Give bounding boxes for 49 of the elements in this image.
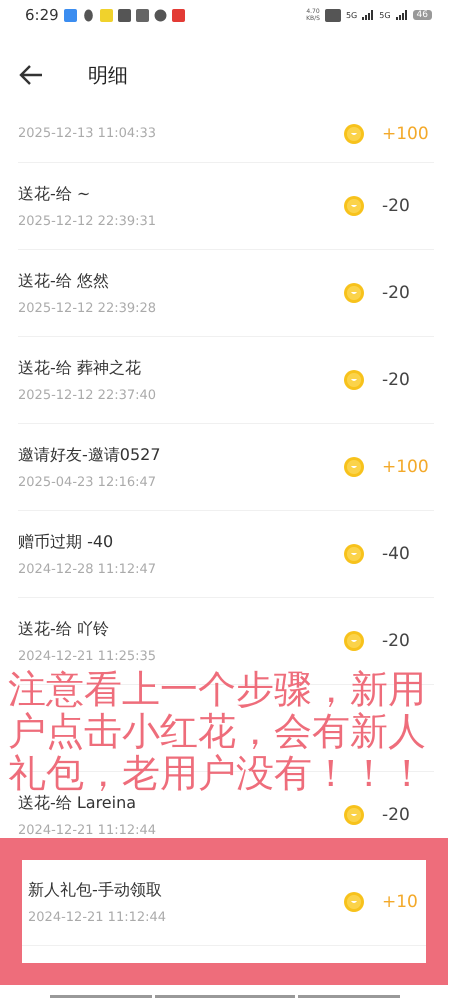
record-date: 2025-12-12 22:37:40 xyxy=(18,388,158,402)
app-icon xyxy=(172,8,185,22)
coin-amount: -20 xyxy=(382,283,411,303)
coin-icon xyxy=(344,124,364,144)
coin-amount: -40 xyxy=(382,544,411,564)
record-date: 2025-12-12 22:39:31 xyxy=(18,214,158,228)
record-title: 邀请好友-邀请0527 xyxy=(18,444,162,466)
hd-icon xyxy=(324,8,341,22)
record-date: 2024-12-21 11:12:44 xyxy=(18,822,158,838)
coin-icon xyxy=(344,805,364,825)
coin-icon xyxy=(344,370,364,390)
signal-icon xyxy=(362,10,374,20)
coin-amount: -20 xyxy=(382,196,411,216)
record-date: 2024-12-28 11:12:47 xyxy=(18,562,158,576)
record-title: 送花-给 悠然 xyxy=(18,270,110,292)
page-title: 明细 xyxy=(88,62,128,88)
coin-icon xyxy=(344,544,364,564)
app-icon xyxy=(100,8,113,22)
network-type: 5G xyxy=(379,10,391,20)
signal-icon xyxy=(396,10,408,20)
app-icon xyxy=(64,8,77,22)
record-date: 2025-12-12 22:39:28 xyxy=(18,300,158,316)
coin-amount: +100 xyxy=(382,124,430,144)
record-title: 新人礼包-手动领取 xyxy=(28,880,163,900)
record-title: 送花-给 ~ xyxy=(18,184,92,204)
chat-bubble-icon xyxy=(154,8,167,22)
record-date: 2024-12-21 11:25:35 xyxy=(18,648,158,664)
record-date: 2025-12-13 11:04:33 xyxy=(18,126,158,141)
clock: 6:29 xyxy=(25,6,59,24)
coin-amount: +10 xyxy=(382,892,419,912)
coin-icon xyxy=(344,457,364,477)
coin-amount: -20 xyxy=(382,370,411,390)
record-title: 送花-给 Lareina xyxy=(18,792,138,814)
record-date: 2025-04-23 12:16:47 xyxy=(18,474,158,490)
record-title: 送花-给 葬神之花 xyxy=(18,358,142,378)
app-icon xyxy=(118,8,131,22)
coin-amount: +100 xyxy=(382,457,430,477)
record-title: 赠币过期 -40 xyxy=(18,532,114,552)
coin-icon xyxy=(344,631,364,651)
record-date: 2024-12-21 11:12:44 xyxy=(28,910,168,924)
network-type: 5G xyxy=(346,10,358,20)
coin-amount: -20 xyxy=(382,805,411,825)
coin-icon xyxy=(344,283,364,303)
record-title: 送花-给 吖铃 xyxy=(18,618,110,640)
annotation-text: 注意看上一个步骤，新用户点击小红花，会有新人礼包，老用户没有！！！ xyxy=(8,668,427,794)
coin-amount: -20 xyxy=(382,631,411,651)
coin-icon xyxy=(344,892,364,912)
battery-indicator: 46 xyxy=(412,10,432,20)
coin-icon xyxy=(344,196,364,216)
